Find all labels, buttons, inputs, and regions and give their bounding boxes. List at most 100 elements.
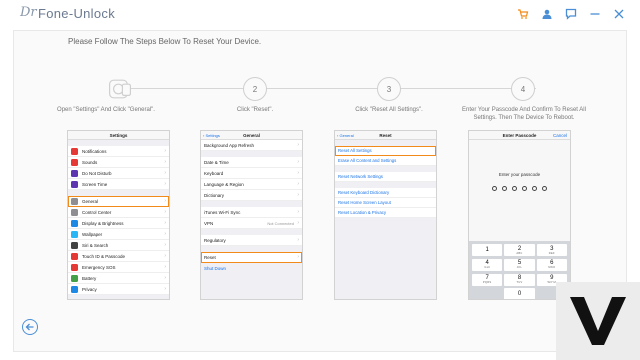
settings-group-2: General › Control Center › Display & Brightn… bbox=[68, 196, 169, 295]
setting-icon bbox=[71, 241, 78, 249]
key-number: 1 bbox=[485, 247, 489, 253]
chevron-right-icon: › bbox=[297, 209, 299, 215]
shut-down-row[interactable]: Shut Down bbox=[201, 263, 302, 274]
settings-row[interactable]: Siri & Search › bbox=[68, 240, 169, 251]
keypad-key[interactable]: 8 TUV bbox=[504, 273, 535, 286]
row-label: Touch ID & Passcode bbox=[82, 253, 126, 259]
close-icon[interactable] bbox=[612, 6, 626, 22]
settings-group-1: Notifications › Sounds › Do Not Disturb › Scre… bbox=[68, 146, 169, 190]
keypad-key[interactable]: 0 bbox=[504, 288, 535, 299]
back-settings-label: Settings bbox=[205, 133, 220, 138]
step-4-caption: Enter Your Passcode And Confirm To Reset… bbox=[462, 107, 586, 121]
general-row[interactable]: iTunes Wi-Fi Sync › bbox=[201, 207, 302, 218]
erase-all-label: Erase All Content and Settings bbox=[338, 158, 397, 163]
chevron-right-icon: › bbox=[297, 192, 299, 198]
back-general-label: General bbox=[339, 133, 354, 138]
keypad-key[interactable]: 3 DEF bbox=[536, 244, 567, 256]
chevron-right-icon: › bbox=[164, 286, 166, 292]
general-row[interactable]: Date & Time › bbox=[201, 157, 302, 168]
key-letters: DEF bbox=[548, 251, 555, 255]
reset-row[interactable]: Reset › bbox=[201, 252, 302, 263]
watermark-logo bbox=[556, 282, 640, 360]
phone-passcode-screen: Enter Passcode Cancel Enter your passcod… bbox=[468, 130, 571, 300]
general-row[interactable]: Language & Region › bbox=[201, 179, 302, 190]
row-label: Control Center bbox=[82, 209, 112, 215]
chevron-right-icon: › bbox=[164, 159, 166, 165]
row-label: Display & Brightness bbox=[82, 220, 124, 226]
reset-option-row[interactable]: Reset Location & Privacy bbox=[335, 208, 436, 218]
v-logo-icon bbox=[570, 297, 626, 345]
row-label: Siri & Search bbox=[82, 242, 109, 248]
cart-icon[interactable] bbox=[516, 6, 530, 22]
keypad-key[interactable]: 7 PQRS bbox=[472, 273, 503, 286]
row-label: Keyboard bbox=[204, 170, 224, 176]
setting-icon bbox=[71, 169, 78, 177]
row-label: Reset Location & Privacy bbox=[338, 210, 387, 215]
phone-settings-screen: Settings Notifications › Sounds › Do Not Dis… bbox=[67, 130, 170, 300]
settings-row[interactable]: Privacy › bbox=[68, 284, 169, 295]
settings-row[interactable]: Do Not Disturb › bbox=[68, 168, 169, 179]
back-button[interactable] bbox=[22, 319, 38, 335]
chevron-right-icon: › bbox=[164, 231, 166, 237]
row-label: General bbox=[82, 198, 99, 204]
reset-option-row[interactable]: Reset Keyboard Dictionary bbox=[335, 188, 436, 198]
title-bar: Dr Fone-Unlock bbox=[0, 0, 640, 30]
minimize-icon[interactable] bbox=[588, 6, 602, 22]
general-row[interactable]: Keyboard › bbox=[201, 168, 302, 179]
settings-row-general[interactable]: General › bbox=[68, 196, 169, 207]
step-2-caption: Click "Reset". bbox=[236, 107, 274, 113]
row-label: iTunes Wi-Fi Sync bbox=[204, 209, 241, 215]
setting-icon bbox=[71, 147, 78, 155]
general-row[interactable]: Dictionary › bbox=[201, 190, 302, 201]
general-row[interactable]: VPN Not Connected › bbox=[201, 218, 302, 229]
general-row[interactable]: Background App Refresh › bbox=[201, 140, 302, 151]
keypad-key[interactable]: 5 JKL bbox=[504, 258, 535, 271]
reset-title: Reset bbox=[379, 132, 392, 138]
keypad-key[interactable]: 1 bbox=[472, 244, 503, 256]
passcode-prompt: Enter your passcode bbox=[498, 172, 541, 177]
reset-option-row[interactable]: Reset Home Screen Layout bbox=[335, 198, 436, 208]
keypad-key[interactable]: 6 MNO bbox=[536, 258, 567, 271]
chevron-right-icon: › bbox=[297, 181, 299, 187]
settings-row[interactable]: Battery › bbox=[68, 273, 169, 284]
key-letters: GHI bbox=[484, 266, 490, 270]
row-label: Emergency SOS bbox=[82, 264, 116, 270]
keypad-key[interactable]: 4 GHI bbox=[472, 258, 503, 271]
setting-icon bbox=[71, 252, 78, 260]
back-settings-link[interactable]: ‹ Settings bbox=[203, 133, 220, 138]
settings-row[interactable]: Notifications › bbox=[68, 146, 169, 157]
general-row-label: Regulatory bbox=[204, 237, 226, 243]
step-2-indicator: 2 bbox=[243, 77, 267, 101]
window-controls bbox=[516, 6, 626, 22]
reset-all-settings-row[interactable]: Reset All Settings bbox=[335, 146, 436, 156]
chevron-right-icon: › bbox=[164, 148, 166, 154]
settings-row[interactable]: Touch ID & Passcode › bbox=[68, 251, 169, 262]
key-number: 0 bbox=[517, 291, 522, 298]
row-label: Do Not Disturb bbox=[82, 170, 112, 176]
reset-network-row[interactable]: Reset Network Settings bbox=[335, 172, 436, 182]
settings-row[interactable]: Display & Brightness › bbox=[68, 218, 169, 229]
shut-down-label: Shut Down bbox=[204, 266, 227, 271]
erase-all-row[interactable]: Erase All Content and Settings bbox=[335, 156, 436, 166]
step-3-caption: Click "Reset All Settings". bbox=[355, 107, 423, 113]
settings-row[interactable]: Sounds › bbox=[68, 157, 169, 168]
chevron-right-icon: › bbox=[164, 220, 166, 226]
step-4-indicator: 4 bbox=[511, 77, 535, 101]
general-row[interactable]: Regulatory › bbox=[201, 235, 302, 246]
settings-row[interactable]: Emergency SOS › bbox=[68, 262, 169, 273]
setting-icon bbox=[71, 285, 78, 293]
back-general-link[interactable]: ‹ General bbox=[337, 133, 354, 138]
passcode-dot bbox=[532, 186, 537, 191]
keypad-key[interactable]: 2 ABC bbox=[504, 244, 535, 256]
cancel-button[interactable]: Cancel bbox=[553, 133, 567, 138]
settings-row[interactable]: Control Center › bbox=[68, 207, 169, 218]
reset-network-label: Reset Network Settings bbox=[338, 174, 383, 179]
settings-row[interactable]: Screen Time › bbox=[68, 179, 169, 190]
user-icon[interactable] bbox=[540, 6, 554, 22]
chevron-right-icon: › bbox=[164, 181, 166, 187]
chat-icon[interactable] bbox=[564, 6, 578, 22]
instruction-text: Please Follow The Steps Below To Reset Y… bbox=[68, 37, 262, 46]
chevron-right-icon: › bbox=[297, 170, 299, 176]
passcode-dot bbox=[512, 186, 517, 191]
settings-row[interactable]: Wallpaper › bbox=[68, 229, 169, 240]
